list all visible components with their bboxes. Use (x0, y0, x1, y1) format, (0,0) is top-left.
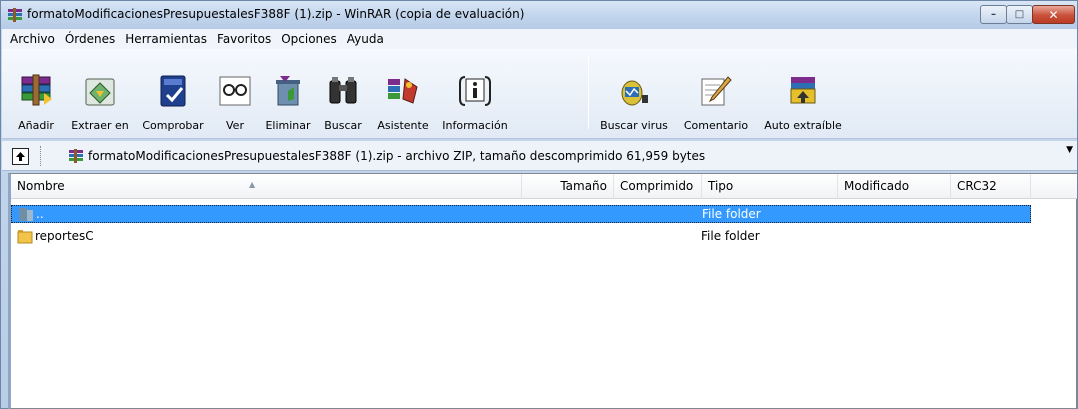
column-headers: Nombre ▲ Tamaño Comprimido Tipo Modifica… (11, 174, 1077, 199)
address-bar: formatoModificacionesPresupuestalesF388F… (2, 141, 1077, 171)
comment-label: Comentario (683, 119, 749, 132)
toolbar: Añadir Extraer en Comprobar Ver Eliminar… (2, 49, 1077, 139)
sfx-button[interactable]: Auto extraíble (758, 52, 848, 134)
column-size-header[interactable]: Tamaño (522, 174, 614, 199)
toolbar-separator (588, 57, 589, 129)
column-modified-header[interactable]: Modificado (838, 174, 951, 199)
info-button[interactable]: Información (436, 52, 514, 134)
address-dropdown-arrow[interactable]: ▼ (1066, 145, 1073, 155)
folder-icon (17, 230, 33, 244)
title-bar[interactable]: formatoModificacionesPresupuestalesF388F… (1, 1, 1077, 29)
column-crc-label: CRC32 (957, 179, 997, 193)
menu-ayuda[interactable]: Ayuda (343, 32, 388, 46)
winrar-logo-icon (8, 8, 22, 22)
maximize-icon: □ (1014, 9, 1025, 20)
toolbar-main-group: Añadir Extraer en Comprobar Ver Eliminar… (8, 52, 514, 137)
column-packed-header[interactable]: Comprimido (614, 174, 702, 199)
window-controls: – □ ✕ (980, 5, 1075, 24)
file-name: reportesC (35, 229, 94, 243)
extract-icon (85, 78, 115, 106)
menu-favoritos[interactable]: Favoritos (213, 32, 275, 46)
window-title: formatoModificacionesPresupuestalesF388F… (27, 7, 525, 21)
add-books-icon (21, 74, 52, 106)
comment-pen-icon (701, 76, 732, 106)
binoculars-icon (329, 77, 357, 104)
archive-path-text: formatoModificacionesPresupuestalesF388F… (88, 149, 706, 163)
archive-path-field[interactable]: formatoModificacionesPresupuestalesF388F… (68, 146, 1073, 166)
add-label: Añadir (18, 119, 54, 132)
comment-button[interactable]: Comentario (674, 52, 758, 134)
wizard-label: Asistente (377, 119, 429, 132)
up-folder-button[interactable] (12, 148, 29, 165)
column-type-label: Tipo (708, 179, 734, 193)
find-label: Buscar (324, 119, 362, 132)
toolbar-secondary-group: Buscar virus Comentario Auto extraíble (594, 52, 848, 137)
archive-icon (69, 149, 83, 163)
view-label: Ver (226, 119, 244, 132)
sfx-label: Auto extraíble (764, 119, 842, 132)
view-button[interactable]: Ver (210, 52, 260, 134)
test-button[interactable]: Comprobar (136, 52, 210, 134)
wizard-button[interactable]: Asistente (370, 52, 436, 134)
extract-button[interactable]: Extraer en (64, 52, 136, 134)
extract-label: Extraer en (71, 119, 129, 132)
file-list: Nombre ▲ Tamaño Comprimido Tipo Modifica… (8, 173, 1077, 409)
virus-scan-icon (621, 80, 648, 106)
minimize-icon: – (991, 9, 996, 20)
sort-ascending-icon: ▲ (249, 180, 256, 189)
add-button[interactable]: Añadir (8, 52, 64, 134)
column-size-label: Tamaño (560, 179, 607, 193)
file-type: File folder (702, 207, 761, 221)
menu-archivo[interactable]: Archivo (6, 32, 59, 46)
find-button[interactable]: Buscar (316, 52, 370, 134)
delete-label: Eliminar (265, 119, 311, 132)
test-label: Comprobar (142, 119, 204, 132)
delete-button[interactable]: Eliminar (260, 52, 316, 134)
file-type: File folder (701, 229, 760, 243)
menu-herramientas[interactable]: Herramientas (121, 32, 211, 46)
close-icon: ✕ (1048, 7, 1059, 22)
column-name-header[interactable]: Nombre ▲ (11, 174, 522, 199)
test-icon (160, 75, 186, 107)
info-icon (459, 76, 491, 106)
up-arrow-icon (16, 152, 25, 161)
delete-trash-icon (276, 76, 300, 106)
virus-scan-button[interactable]: Buscar virus (594, 52, 674, 134)
view-glasses-icon (219, 76, 251, 106)
file-row-reportesc[interactable]: reportesC File folder (11, 228, 1031, 246)
column-crc-header[interactable]: CRC32 (951, 174, 1031, 199)
address-divider (40, 146, 42, 166)
virus-scan-label: Buscar virus (600, 119, 668, 132)
menu-opciones[interactable]: Opciones (277, 32, 341, 46)
column-modified-label: Modificado (844, 179, 910, 193)
close-button[interactable]: ✕ (1032, 5, 1075, 24)
column-type-header[interactable]: Tipo (702, 174, 838, 199)
wizard-icon (388, 78, 418, 104)
column-packed-label: Comprimido (620, 179, 694, 193)
file-name: .. (36, 207, 44, 221)
info-label: Información (442, 119, 508, 132)
parent-folder-icon (19, 208, 33, 221)
menu-ordenes[interactable]: Órdenes (61, 32, 119, 46)
maximize-button[interactable]: □ (1006, 5, 1033, 24)
column-name-label: Nombre (17, 179, 65, 193)
winrar-window: formatoModificacionesPresupuestalesF388F… (0, 0, 1078, 409)
file-row-parent[interactable]: .. File folder (11, 205, 1031, 223)
menu-bar: Archivo Órdenes Herramientas Favoritos O… (2, 29, 1077, 49)
minimize-button[interactable]: – (980, 5, 1007, 24)
sfx-box-icon (790, 77, 816, 104)
